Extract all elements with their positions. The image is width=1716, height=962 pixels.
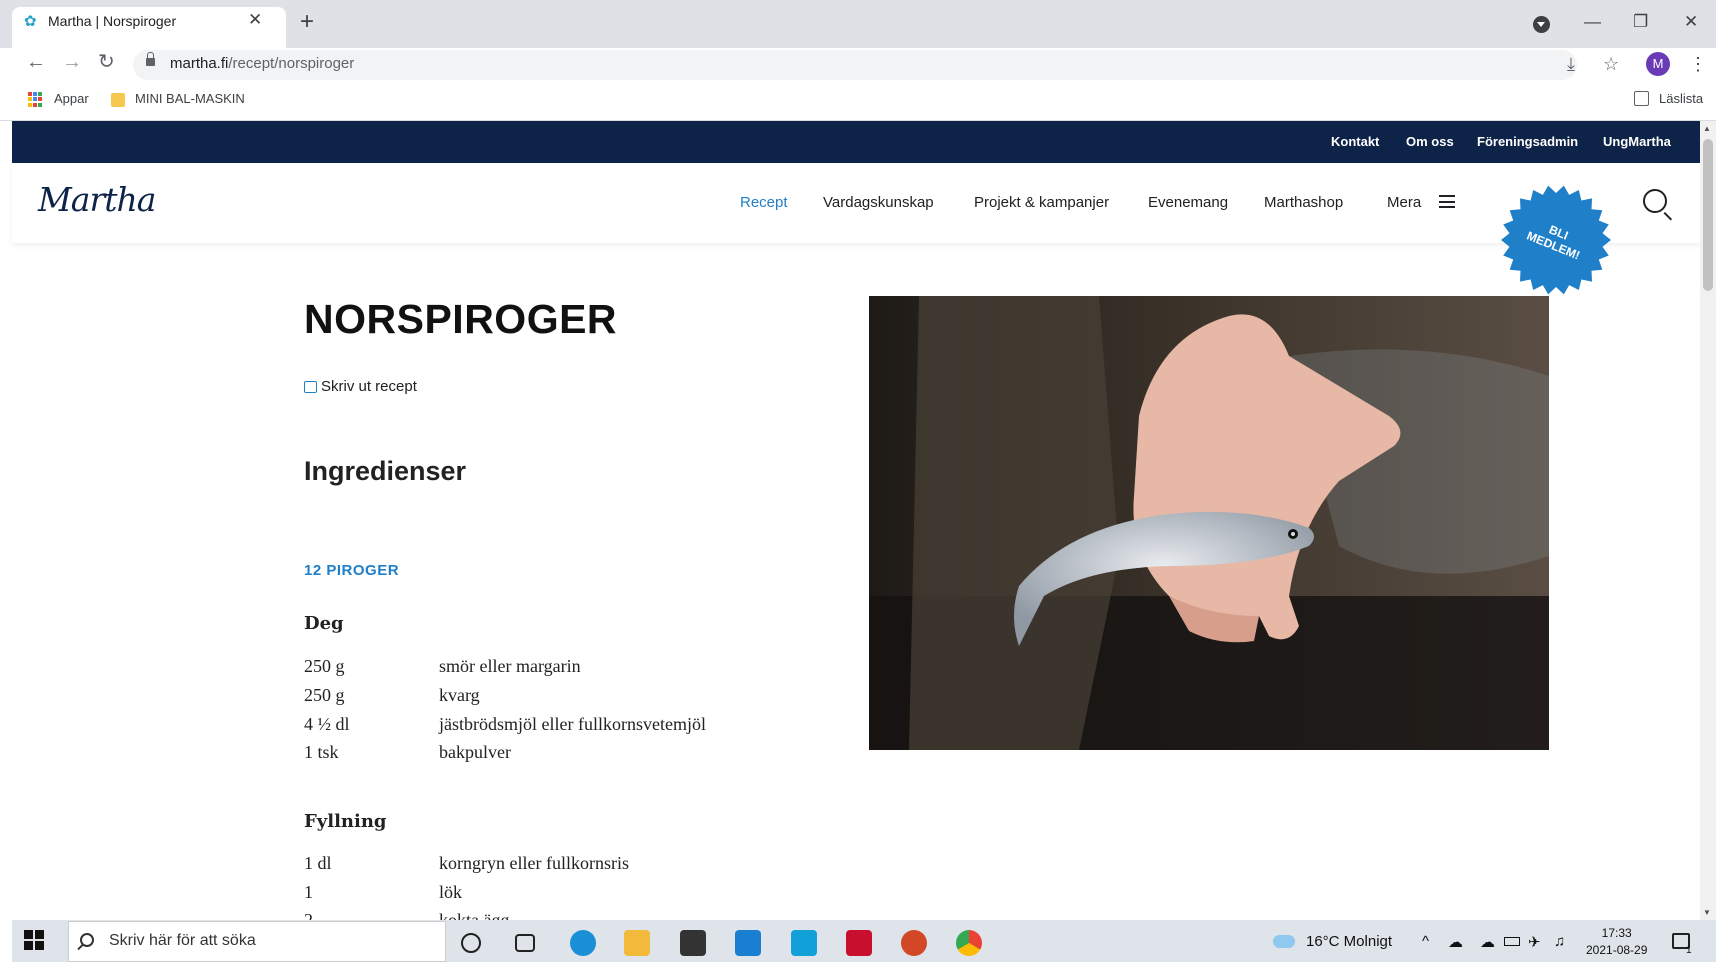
mcafee-icon[interactable]: [846, 930, 872, 956]
ingredient-row: 1 lök: [304, 882, 463, 902]
bookmark-star-icon[interactable]: ☆: [1603, 54, 1619, 75]
section-heading: Fyllning: [304, 811, 387, 832]
scrollbar-thumb[interactable]: [1703, 139, 1713, 291]
new-tab-icon[interactable]: +: [300, 10, 314, 34]
martha-favicon-icon: ✿: [24, 13, 37, 30]
recipe-photo: [869, 296, 1549, 750]
powerpoint-icon[interactable]: [901, 930, 927, 956]
recipe-title: NORSPIROGER: [304, 296, 618, 342]
weather-text[interactable]: 16°C Molnigt: [1306, 933, 1392, 950]
ingredient-row: 4 ½ dl jästbrödsmjöl eller fullkornsvetem…: [304, 714, 706, 734]
reading-list-label[interactable]: Läslista: [1659, 91, 1703, 106]
chevron-up-icon[interactable]: ^: [1422, 933, 1429, 950]
forward-arrow-icon[interactable]: →: [62, 52, 82, 72]
file-explorer-icon[interactable]: [624, 930, 650, 956]
close-tab-icon[interactable]: ✕: [248, 10, 262, 30]
close-window-icon[interactable]: ✕: [1684, 12, 1698, 32]
more-menu-icon[interactable]: ⋮: [1689, 54, 1707, 75]
profile-avatar[interactable]: M: [1646, 52, 1670, 76]
link-kontakt[interactable]: Kontakt: [1331, 134, 1379, 149]
lock-icon: [146, 52, 155, 66]
airplane-mode-icon[interactable]: ✈: [1528, 933, 1541, 951]
nav-projekt-kampanjer[interactable]: Projekt & kampanjer: [974, 194, 1109, 211]
taskbar-search-icon: [80, 933, 94, 947]
ingredient-row: 250 g smör eller margarin: [304, 656, 581, 676]
tab-search-icon[interactable]: [1533, 16, 1550, 33]
ingredient-row: 1 tsk bakpulver: [304, 742, 511, 762]
nav-recept[interactable]: Recept: [740, 194, 788, 211]
apps-grid-icon[interactable]: [28, 92, 43, 107]
scroll-down-arrow-icon[interactable]: ▼: [1703, 908, 1711, 917]
bookmarks-bar: [0, 88, 1716, 121]
reading-list-icon[interactable]: [1634, 91, 1649, 106]
ingredients-heading: Ingredienser: [304, 456, 467, 486]
url-text[interactable]: martha.fi/recept/norspiroger: [170, 55, 354, 72]
store-icon[interactable]: [680, 930, 706, 956]
link-ungmartha[interactable]: UngMartha: [1603, 134, 1671, 149]
printer-icon[interactable]: [304, 381, 317, 393]
battery-icon[interactable]: [1504, 937, 1520, 946]
taskbar-search-placeholder[interactable]: Skriv här för att söka: [109, 932, 256, 950]
folder-icon: [111, 93, 125, 107]
nav-marthashop[interactable]: Marthashop: [1264, 194, 1343, 211]
tab-title: Martha | Norspiroger: [48, 13, 177, 29]
link-om-oss[interactable]: Om oss: [1406, 134, 1454, 149]
notification-count: 1: [1686, 945, 1692, 956]
nav-mera[interactable]: Mera: [1387, 194, 1421, 211]
bookmark-apps[interactable]: Appar: [54, 91, 89, 106]
nav-vardagskunskap[interactable]: Vardagskunskap: [823, 194, 934, 211]
cortana-icon[interactable]: [461, 933, 481, 953]
link-foreningsadmin[interactable]: Föreningsadmin: [1477, 134, 1578, 149]
edge-icon[interactable]: [570, 930, 596, 956]
restore-icon[interactable]: ❐: [1633, 12, 1648, 32]
chrome-icon[interactable]: [956, 930, 982, 956]
cloud-sync-icon[interactable]: ☁: [1480, 933, 1495, 951]
section-heading: Deg: [304, 613, 344, 634]
hamburger-menu-icon[interactable]: [1439, 195, 1455, 208]
ingredient-row: 1 dl korngryn eller fullkornsris: [304, 853, 629, 873]
system-clock[interactable]: 17:33 2021-08-29: [1586, 925, 1647, 959]
task-view-icon[interactable]: [515, 934, 535, 952]
bookmark-folder[interactable]: MINI BAL-MASKIN: [135, 91, 245, 106]
print-recipe-link[interactable]: Skriv ut recept: [321, 378, 417, 395]
install-app-icon[interactable]: ⤓: [1567, 54, 1575, 75]
back-arrow-icon[interactable]: ←: [26, 52, 46, 72]
l-app-icon[interactable]: [791, 930, 817, 956]
martha-logo[interactable]: Martha: [38, 180, 156, 219]
onedrive-icon[interactable]: ☁: [1448, 933, 1463, 951]
nav-evenemang[interactable]: Evenemang: [1148, 194, 1228, 211]
scroll-up-arrow-icon[interactable]: ▲: [1703, 124, 1711, 133]
ingredient-row: 250 g kvarg: [304, 685, 480, 705]
windows-start-icon[interactable]: [24, 930, 44, 950]
reload-icon[interactable]: ↻: [98, 52, 115, 72]
search-icon[interactable]: [1643, 189, 1667, 213]
mail-icon[interactable]: [735, 930, 761, 956]
weather-cloud-icon: [1273, 935, 1295, 948]
servings-label: 12 PIROGER: [304, 562, 400, 579]
volume-icon[interactable]: ♫: [1554, 933, 1565, 950]
minimize-icon[interactable]: —: [1584, 12, 1601, 32]
